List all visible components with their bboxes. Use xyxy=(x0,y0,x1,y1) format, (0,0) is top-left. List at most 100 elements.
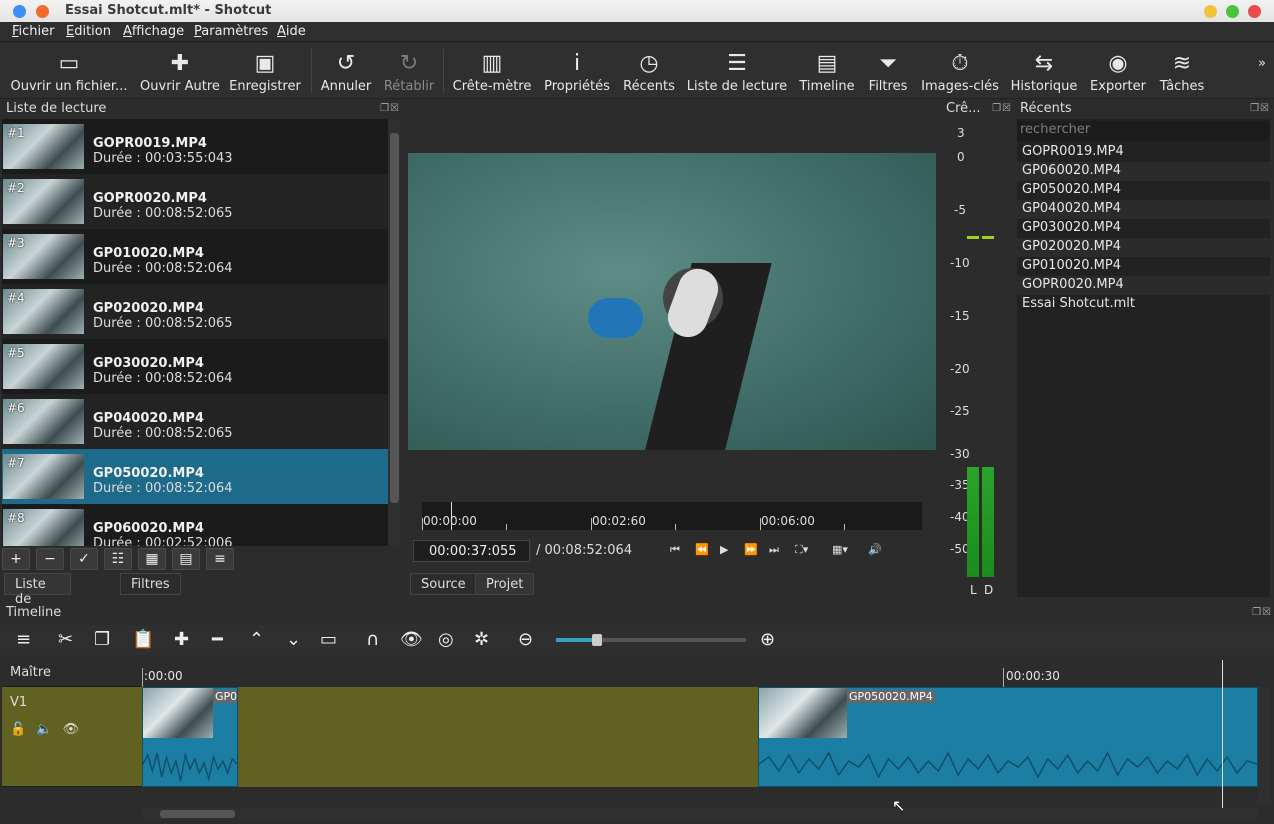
rewind-icon[interactable]: ⏪ xyxy=(695,543,709,556)
timeline-menu-icon[interactable]: ≡ xyxy=(16,629,31,650)
copy-icon[interactable]: ❐ xyxy=(94,629,110,650)
grid-icon[interactable]: ▦▾ xyxy=(832,543,848,556)
dock-float-close-icons[interactable]: ❐☒ xyxy=(992,103,1012,114)
peak-meter-button[interactable]: ▥ Crête-mètre xyxy=(450,43,534,99)
recent-item[interactable]: GOPR0019.MP4 xyxy=(1017,143,1270,162)
menu-parametres[interactable]: Paramètres xyxy=(194,24,268,39)
tab-playlist[interactable]: Liste de lecture xyxy=(4,573,72,622)
lift-icon[interactable]: ⌃ xyxy=(249,629,264,650)
zoom-in-icon[interactable]: ⊕ xyxy=(760,629,775,650)
recent-item[interactable]: GP020020.MP4 xyxy=(1017,238,1270,257)
timeline-button[interactable]: ▤ Timeline xyxy=(796,43,858,99)
playlist-item[interactable]: #4 GP020020.MP4 Durée : 00:08:52:065 xyxy=(2,284,388,339)
playlist-item-selected[interactable]: #7 GP050020.MP4 Durée : 00:08:52:064 xyxy=(2,449,388,504)
history-button[interactable]: ⇆ Historique xyxy=(1008,43,1080,99)
minimize-window-button[interactable] xyxy=(36,5,49,18)
save-button[interactable]: ▣ Enregistrer xyxy=(228,43,302,99)
recent-item[interactable]: GOPR0020.MP4 xyxy=(1017,276,1270,295)
timeline-ruler[interactable]: :00:00 00:00:30 xyxy=(142,660,1258,687)
skip-to-start-icon[interactable]: ⏮ xyxy=(670,543,680,557)
filters-button[interactable]: ⏷ Filtres xyxy=(864,43,912,99)
lock-icon[interactable]: 🔓 xyxy=(10,722,26,737)
paste-icon[interactable]: 📋 xyxy=(132,629,154,650)
playlist-item[interactable]: #8 GP060020.MP4 Durée : 00:02:52:006 xyxy=(2,504,388,546)
remove-icon[interactable]: − xyxy=(36,548,64,570)
current-time-field[interactable]: 00:00:37:055 xyxy=(413,540,530,562)
split-icon[interactable]: ▭ xyxy=(320,629,337,650)
hide-icon[interactable]: 👁 xyxy=(63,722,80,737)
remove-icon[interactable]: ━ xyxy=(212,629,223,650)
timeline-clip[interactable]: GP0 xyxy=(142,687,238,787)
playlist-item[interactable]: #6 GP040020.MP4 Durée : 00:08:52:065 xyxy=(2,394,388,449)
properties-button[interactable]: i Propriétés xyxy=(542,43,612,99)
playlist-menu-icon[interactable]: ≡ xyxy=(206,548,234,570)
add-icon[interactable]: + xyxy=(2,548,30,570)
timeline-clip[interactable]: GP050020.MP4 xyxy=(758,687,1258,787)
overwrite-icon[interactable]: ⌄ xyxy=(286,629,301,650)
export-button[interactable]: ◉ Exporter xyxy=(1088,43,1148,99)
yellow-window-button[interactable] xyxy=(1204,5,1217,18)
redo-button[interactable]: ↻ Rétablir xyxy=(380,43,438,99)
recent-item[interactable]: Essai Shotcut.mlt xyxy=(1017,295,1270,314)
recents-button[interactable]: ◷ Récents xyxy=(620,43,678,99)
playlist-list[interactable]: #1 GOPR0019.MP4 Durée : 00:03:55:043 #2 … xyxy=(2,119,388,546)
ripple-all-icon[interactable]: ✲ xyxy=(474,629,489,650)
zoom-slider-handle[interactable] xyxy=(592,634,602,646)
recent-item[interactable]: GP060020.MP4 xyxy=(1017,162,1270,181)
timeline-playhead[interactable] xyxy=(1222,660,1223,808)
open-other-button[interactable]: ✚ Ouvrir Autre xyxy=(136,43,224,99)
scrollbar-thumb[interactable] xyxy=(160,810,235,818)
keyframes-button[interactable]: ⏱ Images-clés xyxy=(920,43,1000,99)
icon-view-icon[interactable]: ▤ xyxy=(172,548,200,570)
open-file-button[interactable]: ▭ Ouvrir un fichier... xyxy=(10,43,128,99)
playlist-item[interactable]: #1 GOPR0019.MP4 Durée : 00:03:55:043 xyxy=(2,119,388,174)
timeline-vertical-scrollbar[interactable] xyxy=(1258,687,1270,805)
play-icon[interactable]: ▶ xyxy=(720,543,728,556)
volume-icon[interactable]: 🔊 xyxy=(868,543,882,556)
detail-view-icon[interactable]: ☷ xyxy=(104,548,132,570)
snap-icon[interactable]: ∩ xyxy=(366,629,379,650)
recent-item[interactable]: GP050020.MP4 xyxy=(1017,181,1270,200)
recent-item[interactable]: GP040020.MP4 xyxy=(1017,200,1270,219)
append-icon[interactable]: ✚ xyxy=(174,629,189,650)
v1-track-header[interactable]: V1 🔓 🔈 👁 xyxy=(2,687,142,787)
menu-aide[interactable]: Aide xyxy=(277,24,306,39)
undo-button[interactable]: ↺ Annuler xyxy=(318,43,374,99)
dock-float-close-icons[interactable]: ❐☒ xyxy=(1250,103,1270,114)
menu-edition[interactable]: Edition xyxy=(66,24,111,39)
scrollbar-thumb[interactable] xyxy=(390,133,399,503)
tab-filters[interactable]: Filtres xyxy=(120,573,181,595)
red-window-button[interactable] xyxy=(1248,5,1261,18)
player-timeline-ruler[interactable]: 00:00:00 00:02:60 00:06:00 xyxy=(422,502,922,530)
menu-fichier[interactable]: Fichier xyxy=(12,24,55,39)
dock-float-close-icons[interactable]: ❐☒ xyxy=(1252,607,1272,618)
scrub-icon[interactable]: 👁 xyxy=(400,629,423,650)
mute-icon[interactable]: 🔈 xyxy=(36,722,52,737)
ripple-icon[interactable]: ◎ xyxy=(438,629,454,650)
close-window-button[interactable] xyxy=(13,5,26,18)
tab-source[interactable]: Source xyxy=(410,573,477,595)
zoom-icon[interactable]: ⛶▾ xyxy=(795,543,808,557)
playlist-item[interactable]: #5 GP030020.MP4 Durée : 00:08:52:064 xyxy=(2,339,388,394)
playlist-scrollbar[interactable] xyxy=(388,119,401,546)
dock-float-close-icons[interactable]: ❐☒ xyxy=(380,103,400,114)
timeline-horizontal-scrollbar[interactable] xyxy=(142,808,1258,820)
tab-project[interactable]: Projet xyxy=(475,573,535,595)
player-playhead[interactable] xyxy=(451,502,452,530)
recent-item[interactable]: GP010020.MP4 xyxy=(1017,257,1270,276)
menu-affichage[interactable]: Affichage xyxy=(123,24,184,39)
grid-view-icon[interactable]: ▦ xyxy=(138,548,166,570)
jobs-button[interactable]: ≋ Tâches xyxy=(1156,43,1208,99)
green-window-button[interactable] xyxy=(1226,5,1239,18)
playlist-item[interactable]: #2 GOPR0020.MP4 Durée : 00:08:52:065 xyxy=(2,174,388,229)
playlist-button[interactable]: ☰ Liste de lecture xyxy=(686,43,788,99)
check-icon[interactable]: ✓ xyxy=(70,548,98,570)
recent-item[interactable]: GP030020.MP4 xyxy=(1017,219,1270,238)
skip-to-end-icon[interactable]: ⏭ xyxy=(769,543,779,557)
toolbar-overflow-button[interactable]: » xyxy=(1254,43,1270,99)
zoom-out-icon[interactable]: ⊖ xyxy=(518,629,533,650)
recents-search-input[interactable]: rechercher xyxy=(1017,121,1270,141)
cut-icon[interactable]: ✂ xyxy=(58,629,73,650)
fast-forward-icon[interactable]: ⏩ xyxy=(744,543,758,556)
playlist-item[interactable]: #3 GP010020.MP4 Durée : 00:08:52:064 xyxy=(2,229,388,284)
